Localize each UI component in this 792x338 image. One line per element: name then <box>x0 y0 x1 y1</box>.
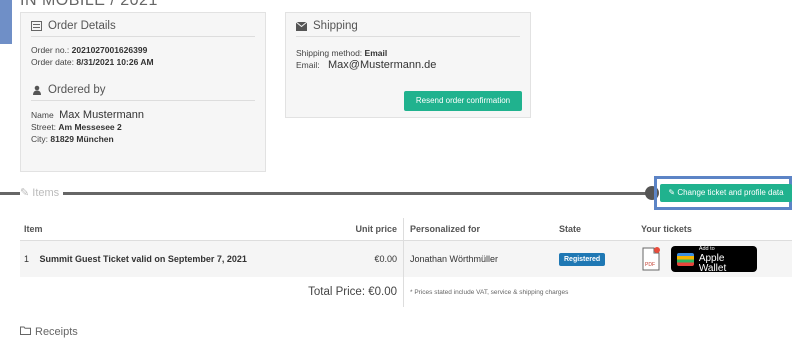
list-icon <box>31 21 42 32</box>
order-date-row: Order date: 8/31/2021 10:26 AM <box>31 56 255 68</box>
shipping-method-row: Shipping method: Email <box>296 47 520 59</box>
city-label: City: <box>31 134 48 144</box>
item-index: 1 <box>24 254 30 264</box>
table-row: 1 Summit Guest Ticket valid on September… <box>20 241 792 277</box>
price-note: * Prices stated include VAT, service & s… <box>410 288 569 296</box>
order-date-value: 8/31/2021 10:26 AM <box>76 57 154 67</box>
name-value: Max Mustermann <box>59 109 145 121</box>
shipping-method-label: Shipping method: <box>296 48 363 58</box>
edit-icon: ✎ <box>668 188 676 197</box>
folder-icon <box>20 326 31 338</box>
order-details-panel: Order Details Order no.: 202102700162639… <box>20 12 266 172</box>
order-number-value: 2021027001626399 <box>71 45 148 55</box>
unit-price-cell: €0.00 <box>300 241 404 277</box>
email-value: Max@Mustermann.de <box>328 59 437 71</box>
pencil-icon: ✎ <box>20 187 30 199</box>
street-row: Street: Am Messesee 2 <box>31 121 255 133</box>
items-title: Items <box>32 187 60 199</box>
shipping-header: Shipping <box>296 20 520 37</box>
city-value: 81829 München <box>50 134 114 144</box>
status-badge: Registered <box>559 252 606 266</box>
item-name: Summit Guest Ticket valid on September 7… <box>39 254 247 264</box>
name-row: Name Max Mustermann <box>31 109 255 121</box>
envelope-icon <box>296 21 307 32</box>
add-to-apple-wallet-button[interactable]: Add to Apple Wallet <box>671 246 757 274</box>
order-date-label: Order date: <box>31 57 74 67</box>
ordered-by-header: Ordered by <box>31 84 255 101</box>
state-cell: Registered <box>559 252 641 266</box>
left-edge-tab <box>0 0 12 44</box>
wallet-icon <box>677 252 694 266</box>
table-header-row: Item Unit price Personalized for State Y… <box>20 218 792 241</box>
shipping-title: Shipping <box>313 20 358 32</box>
annotation-connector-line <box>0 192 654 195</box>
pdf-download-icon[interactable]: PDF <box>641 247 661 271</box>
column-header-unit-price: Unit price <box>300 218 404 240</box>
total-row: Total Price: €0.00 * Prices stated inclu… <box>20 277 792 307</box>
column-header-state: State <box>559 224 582 234</box>
email-label: Email: <box>296 60 320 70</box>
column-header-item: Item <box>24 224 43 234</box>
change-ticket-label: Change ticket and profile data <box>677 188 784 197</box>
item-cell: 1 Summit Guest Ticket valid on September… <box>20 254 300 264</box>
items-header: ✎ Items <box>20 186 64 199</box>
receipts-section: Receipts <box>20 326 78 338</box>
shipping-panel: Shipping Shipping method: Email Email: M… <box>285 12 531 118</box>
column-header-personalized-for: Personalized for <box>410 224 481 234</box>
street-label: Street: <box>31 122 57 132</box>
ordered-by-title: Ordered by <box>48 84 106 96</box>
user-icon <box>31 85 42 96</box>
receipts-title: Receipts <box>35 326 78 338</box>
page-title: IN MOBILE / 2021 <box>20 0 158 9</box>
change-ticket-data-button[interactable]: ✎ Change ticket and profile data <box>660 184 792 202</box>
order-details-title: Order Details <box>48 20 116 32</box>
order-details-header: Order Details <box>31 20 255 37</box>
resend-confirmation-button[interactable]: Resend order confirmation <box>404 91 522 111</box>
total-price: Total Price: €0.00 <box>20 277 404 307</box>
items-table: Item Unit price Personalized for State Y… <box>20 218 792 307</box>
order-number-row: Order no.: 2021027001626399 <box>31 44 255 56</box>
tickets-cell: PDF Add to Apple Wallet <box>641 246 791 274</box>
svg-text:PDF: PDF <box>645 262 655 268</box>
order-number-label: Order no.: <box>31 45 70 55</box>
column-header-your-tickets: Your tickets <box>641 224 692 234</box>
shipping-method-value: Email <box>364 48 388 58</box>
wallet-big-label: Apple Wallet <box>698 253 727 274</box>
personalized-for-cell: Jonathan Wörthmüller <box>410 254 499 264</box>
city-row: City: 81829 München <box>31 133 255 145</box>
email-row: Email: Max@Mustermann.de <box>296 59 520 71</box>
name-label: Name <box>31 110 54 120</box>
street-value: Am Messesee 2 <box>58 122 122 132</box>
